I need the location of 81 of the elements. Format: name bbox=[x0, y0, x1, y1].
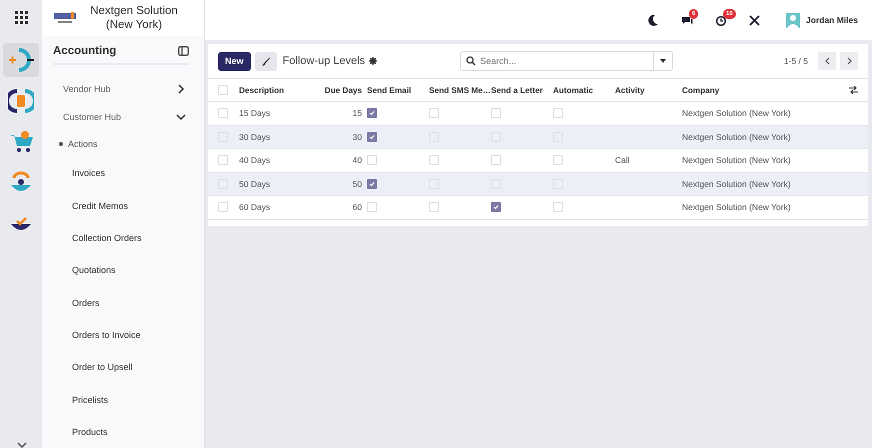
row-checkbox[interactable] bbox=[218, 202, 228, 212]
app-logo-icon bbox=[8, 129, 34, 155]
app-logo-icon bbox=[8, 47, 34, 73]
menu-item[interactable]: Customer Hub bbox=[42, 103, 204, 132]
company-name: Nextgen Solution (New York) bbox=[89, 4, 179, 32]
chevron-left-icon bbox=[824, 57, 830, 65]
search-field[interactable]: Search... bbox=[460, 51, 654, 71]
table-cell: 30 Days bbox=[239, 132, 270, 142]
table-cell: Nextgen Solution (New York) bbox=[682, 108, 791, 118]
menu-item[interactable]: Vendor Hub bbox=[42, 75, 204, 104]
column-header[interactable]: Company bbox=[682, 86, 720, 94]
app-title: Accounting bbox=[53, 44, 116, 57]
menu-item[interactable]: Quotations bbox=[42, 254, 204, 287]
menu-item[interactable]: Products bbox=[42, 416, 204, 448]
column-settings-icon[interactable] bbox=[849, 86, 858, 94]
previous-page-button[interactable] bbox=[818, 52, 836, 70]
check-icon bbox=[492, 203, 500, 212]
row-checkbox[interactable] bbox=[218, 155, 228, 166]
avatar-icon[interactable] bbox=[786, 12, 800, 28]
table-cell: 50 bbox=[352, 178, 362, 189]
chat-icon[interactable] bbox=[681, 14, 694, 26]
check-icon bbox=[368, 180, 376, 188]
chevron-right-icon bbox=[846, 57, 852, 65]
column-header[interactable]: Automatic bbox=[553, 86, 594, 94]
brush-button[interactable] bbox=[254, 52, 277, 70]
row-checkbox[interactable] bbox=[218, 108, 228, 118]
checkbox[interactable] bbox=[367, 132, 377, 142]
table-cell: 40 Days bbox=[239, 155, 270, 166]
apps-menu-icon[interactable] bbox=[14, 10, 28, 24]
check-icon bbox=[368, 132, 376, 141]
gear-icon[interactable] bbox=[369, 57, 378, 65]
bullet-icon bbox=[59, 142, 63, 146]
sidebar-toggle-icon[interactable] bbox=[178, 46, 189, 56]
chevron-right-icon bbox=[176, 84, 186, 94]
search-options-button[interactable] bbox=[654, 51, 674, 71]
table-cell: 50 Days bbox=[239, 178, 270, 189]
checkbox[interactable] bbox=[491, 202, 501, 212]
search-icon bbox=[466, 56, 476, 66]
table-cell: Call bbox=[615, 155, 630, 166]
chevron-down-icon bbox=[176, 112, 186, 122]
table-cell: 60 bbox=[352, 202, 362, 212]
table-cell: 15 bbox=[352, 108, 362, 118]
brush-icon bbox=[261, 56, 270, 66]
menu-item[interactable]: Order to Upsell bbox=[42, 351, 204, 384]
clock-icon[interactable] bbox=[715, 14, 728, 26]
table-cell: Nextgen Solution (New York) bbox=[682, 132, 791, 142]
menu-item[interactable]: Collection Orders bbox=[42, 222, 204, 254]
tools-icon[interactable] bbox=[749, 14, 760, 26]
pager-text: 1-5 / 5 bbox=[784, 56, 808, 66]
column-header[interactable]: Description bbox=[239, 86, 284, 94]
chevron-down-icon[interactable] bbox=[17, 442, 27, 448]
app-logo-icon bbox=[8, 88, 34, 114]
menu-item[interactable]: Orders to Invoice bbox=[42, 318, 204, 352]
checkbox[interactable] bbox=[367, 108, 377, 118]
user-name[interactable]: Jordan Miles bbox=[806, 15, 858, 25]
select-all-checkbox[interactable] bbox=[218, 85, 228, 95]
column-header[interactable]: Send SMS Me… bbox=[429, 86, 491, 94]
column-header[interactable]: Send Email bbox=[367, 86, 412, 94]
table-cell: 40 bbox=[352, 155, 362, 166]
menu-section[interactable]: Actions bbox=[68, 139, 98, 150]
checkbox[interactable] bbox=[367, 178, 377, 189]
new-button[interactable]: New bbox=[218, 52, 251, 70]
column-header[interactable]: Due Days bbox=[324, 86, 362, 94]
check-icon bbox=[368, 109, 376, 118]
menu-item[interactable]: Invoices bbox=[42, 157, 204, 190]
next-page-button[interactable] bbox=[840, 52, 858, 70]
moon-icon[interactable] bbox=[647, 14, 660, 26]
table-cell: 60 Days bbox=[239, 202, 270, 212]
column-header[interactable]: Send a Letter bbox=[491, 86, 543, 94]
table-cell: Nextgen Solution (New York) bbox=[682, 178, 791, 189]
page-title: Follow-up Levels bbox=[282, 55, 366, 67]
column-header[interactable]: Activity bbox=[615, 86, 645, 94]
table-cell: 15 Days bbox=[239, 108, 270, 118]
table-cell: Nextgen Solution (New York) bbox=[682, 202, 791, 212]
caret-icon bbox=[660, 59, 666, 63]
company-logo-icon bbox=[54, 12, 76, 24]
menu-item[interactable]: Credit Memos bbox=[42, 190, 204, 222]
table-cell: Nextgen Solution (New York) bbox=[682, 155, 791, 166]
menu-item[interactable]: Orders bbox=[42, 286, 204, 319]
menu-item[interactable]: Pricelists bbox=[42, 383, 204, 416]
table-cell: 30 bbox=[352, 132, 362, 142]
